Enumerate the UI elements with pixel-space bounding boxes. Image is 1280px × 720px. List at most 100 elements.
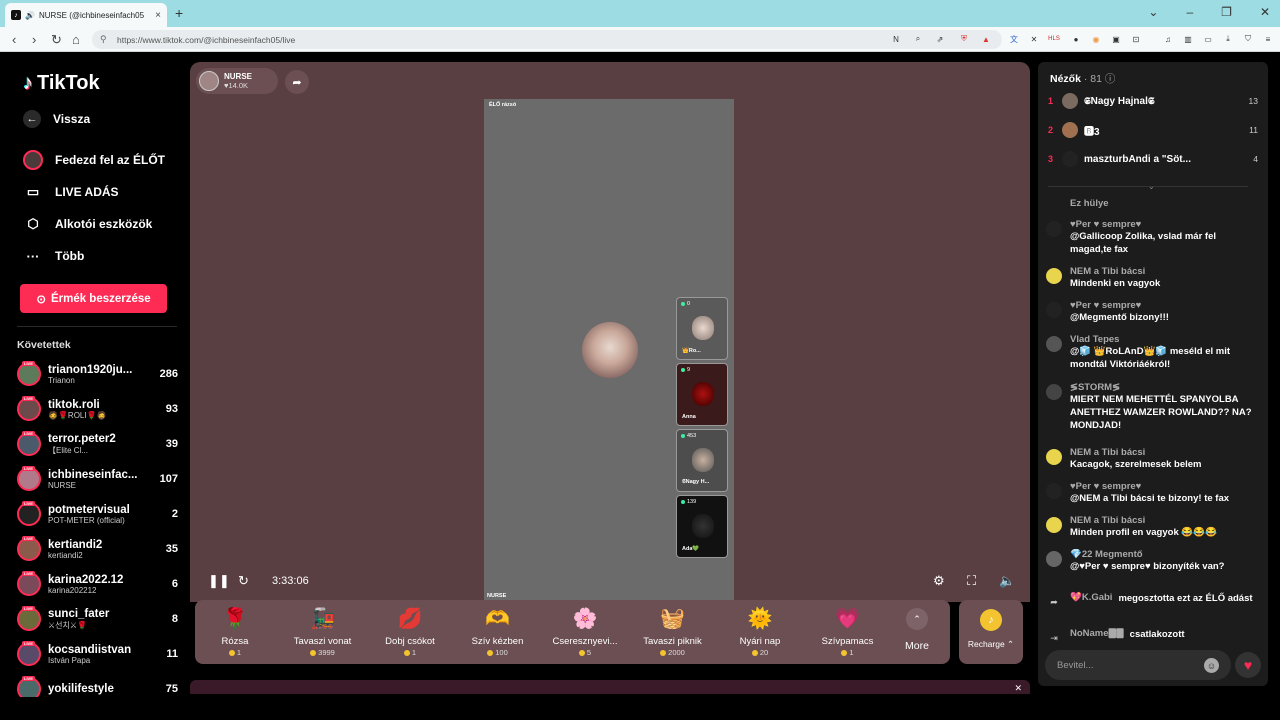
following-item[interactable]: LIVE tiktok.roli 🧔🌹ROLI🌹🧔 93 bbox=[17, 392, 182, 426]
top-viewer-row[interactable]: 3 maszturbAndi a "Söt... 4 bbox=[1048, 149, 1258, 169]
browser-tab[interactable]: ♪ 🔊 NURSE (@ichbineseinfach05 × bbox=[5, 3, 167, 27]
volume-icon[interactable]: 🔈 bbox=[999, 573, 1015, 589]
chat-username[interactable]: NEM a Tibi bácsi bbox=[1070, 266, 1260, 277]
pause-icon[interactable]: ❚❚ bbox=[208, 573, 230, 589]
reader-icon[interactable]: N bbox=[890, 33, 902, 45]
gift-item[interactable]: 🫶 Szív kézben 100 bbox=[458, 606, 538, 657]
home-icon[interactable]: ⌂ bbox=[72, 32, 80, 47]
chat-username[interactable]: Vlad Tepes bbox=[1070, 334, 1260, 345]
gift-item[interactable]: 🧺 Tavaszi piknik 2000 bbox=[633, 606, 713, 657]
gift-item[interactable]: 🚂 Tavaszi vonat 3999 bbox=[283, 606, 363, 657]
new-tab-icon[interactable]: + bbox=[175, 5, 183, 21]
hls-icon[interactable]: HLS bbox=[1048, 33, 1060, 45]
avatar[interactable] bbox=[1046, 384, 1062, 400]
info-icon[interactable]: ⓘ bbox=[1105, 73, 1116, 85]
menu-icon[interactable]: ≡ bbox=[1262, 33, 1274, 45]
following-item[interactable]: LIVE ichbineseinfac... NURSE 107 bbox=[17, 462, 182, 496]
sidebar-toggle-icon[interactable]: ▥ bbox=[1182, 33, 1194, 45]
chat-username[interactable]: ♥Per ♥ sempre♥ bbox=[1070, 481, 1260, 492]
chat-username[interactable]: ≶STORM≶ bbox=[1070, 382, 1260, 393]
close-tab-icon[interactable]: × bbox=[155, 10, 161, 21]
wallet-icon[interactable]: ▭ bbox=[1202, 33, 1214, 45]
gift-item[interactable]: 🌹 Rózsa 1 bbox=[195, 606, 275, 657]
avatar[interactable] bbox=[1046, 551, 1062, 567]
forward-arrow-icon[interactable]: › bbox=[32, 32, 36, 47]
following-item[interactable]: LIVE kertiandi2 kertiandi2 35 bbox=[17, 532, 182, 566]
translate-icon[interactable]: 文 bbox=[1008, 33, 1020, 45]
minimize-icon[interactable]: – bbox=[1186, 5, 1193, 19]
download-icon[interactable]: ⤓ bbox=[1222, 33, 1234, 45]
avatar[interactable] bbox=[1046, 302, 1062, 318]
live-video[interactable]: ÉLŐ rázsó 0 👑Ro... 9 Anna 453 𝕾Nagy H... 139 Ad… bbox=[484, 99, 734, 602]
settings-gear-icon[interactable]: ⚙ bbox=[933, 573, 945, 589]
chat-username[interactable]: NEM a Tibi bácsi bbox=[1070, 515, 1260, 526]
avatar[interactable] bbox=[1046, 483, 1062, 499]
chat-username[interactable]: 💖K.Gabi bbox=[1070, 592, 1112, 610]
guest-panel[interactable]: 0 👑Ro... bbox=[676, 297, 728, 360]
live-player[interactable]: NURSE ♥14.0K ➦ ÉLŐ rázsó 0 👑Ro... 9 Anna 453… bbox=[190, 62, 1030, 602]
guest-panel[interactable]: 453 𝕾Nagy H... bbox=[676, 429, 728, 492]
triangle-icon[interactable]: ▲ bbox=[980, 33, 992, 45]
extension-x-icon[interactable]: ✕ bbox=[1028, 33, 1040, 45]
chat-username[interactable]: 💎22 Megmentő bbox=[1070, 549, 1260, 560]
avatar[interactable] bbox=[1046, 517, 1062, 533]
site-info-icon[interactable]: ⚲ bbox=[100, 34, 107, 45]
gift-item[interactable]: 💗 Szívpamacs 1 bbox=[808, 606, 888, 657]
following-item[interactable]: LIVE sunci_fater ⚔선치⚔🌹 8 bbox=[17, 602, 182, 636]
top-viewer-row[interactable]: 1 𝕾Nagy Hajnal𝕾 13 bbox=[1048, 91, 1258, 111]
expand-chevron-icon[interactable]: ⌄ bbox=[1148, 182, 1155, 191]
host-info[interactable]: NURSE ♥14.0K bbox=[196, 68, 278, 94]
tiktok-logo[interactable]: ♪ TikTok bbox=[23, 72, 100, 95]
refresh-icon[interactable]: ↻ bbox=[238, 573, 249, 589]
gift-item[interactable]: 🌸 Cseresznyevi... 5 bbox=[545, 606, 625, 657]
chat-username[interactable]: ♥Per ♥ sempre♥ bbox=[1070, 300, 1260, 311]
extension-circle-icon[interactable]: ● bbox=[1070, 33, 1082, 45]
recharge-button[interactable]: ♪ Recharge ⌃ bbox=[959, 600, 1023, 664]
nav-live-studio[interactable]: ▭ LIVE ADÁS bbox=[23, 182, 119, 202]
chat-username[interactable]: NEM a Tibi bácsi bbox=[1070, 447, 1260, 458]
tab-list-icon[interactable]: ⌄ bbox=[1148, 5, 1158, 19]
shield-icon[interactable]: ⛨ bbox=[958, 33, 970, 45]
back-arrow-icon[interactable]: ‹ bbox=[12, 32, 16, 47]
avatar[interactable] bbox=[1046, 268, 1062, 284]
top-viewer-row[interactable]: 2 🅱3 11 bbox=[1048, 120, 1258, 140]
close-banner-icon[interactable]: ✕ bbox=[1014, 683, 1022, 694]
extension-color-icon[interactable]: ◉ bbox=[1090, 33, 1102, 45]
following-item[interactable]: LIVE trianon1920ju... Trianon 286 bbox=[17, 357, 182, 391]
join-icon[interactable]: ⇥ bbox=[1046, 630, 1062, 646]
chat-username[interactable]: ♥Per ♥ sempre♥ bbox=[1070, 219, 1260, 230]
following-item[interactable]: LIVE potmetervisual POT-METER (official) 2 bbox=[17, 497, 182, 531]
following-item[interactable]: LIVE kocsandiistvan István Papa 11 bbox=[17, 637, 182, 671]
vpn-icon[interactable]: ⛉ bbox=[1242, 33, 1254, 45]
fullscreen-icon[interactable]: ⛶ bbox=[967, 573, 976, 589]
gift-item[interactable]: 🌞 Nyári nap 20 bbox=[720, 606, 800, 657]
zoom-icon[interactable]: ⌕ bbox=[912, 33, 924, 45]
reload-icon[interactable]: ↻ bbox=[51, 32, 62, 48]
avatar[interactable] bbox=[1046, 221, 1062, 237]
close-window-icon[interactable]: ✕ bbox=[1260, 5, 1270, 19]
get-coins-button[interactable]: ⊙ Érmék beszerzése bbox=[20, 284, 167, 313]
following-item[interactable]: LIVE terror.peter2 【Elite Cl... 39 bbox=[17, 427, 182, 461]
following-item[interactable]: LIVE karina2022.12 karina202212 6 bbox=[17, 567, 182, 601]
following-item[interactable]: LIVE yokilifestyle 75 bbox=[17, 672, 182, 697]
address-bar[interactable]: ⚲ https://www.tiktok.com/@ichbineseinfac… bbox=[92, 30, 1002, 49]
nav-more[interactable]: ··· Több bbox=[23, 246, 85, 266]
restore-icon[interactable]: ❐ bbox=[1221, 5, 1232, 19]
share-icon[interactable]: ⇗ bbox=[934, 33, 946, 45]
viewers-title[interactable]: Nézők · 81 ⓘ bbox=[1050, 71, 1115, 86]
music-icon[interactable]: ♫ bbox=[1162, 33, 1174, 45]
gift-item[interactable]: 💋 Dobj csókot 1 bbox=[370, 606, 450, 657]
emoji-icon[interactable]: ☺ bbox=[1204, 658, 1219, 673]
avatar[interactable] bbox=[1046, 449, 1062, 465]
more-gifts-button[interactable]: ⌃ More bbox=[905, 608, 929, 652]
back-button[interactable]: ← Vissza bbox=[23, 110, 90, 128]
extension-save-icon[interactable]: ⊡ bbox=[1130, 33, 1142, 45]
avatar[interactable] bbox=[1046, 336, 1062, 352]
extension-box-icon[interactable]: ▣ bbox=[1110, 33, 1122, 45]
guest-panel[interactable]: 139 Ada💚 bbox=[676, 495, 728, 558]
chat-username[interactable]: NoName🀫🀫 bbox=[1070, 628, 1124, 646]
share-icon[interactable]: ➦ bbox=[1046, 594, 1062, 610]
share-button[interactable]: ➦ bbox=[285, 70, 309, 94]
heart-like-icon[interactable]: ♥ bbox=[1235, 652, 1261, 678]
nav-explore-live[interactable]: Fedezd fel az ÉLŐT bbox=[23, 150, 165, 170]
